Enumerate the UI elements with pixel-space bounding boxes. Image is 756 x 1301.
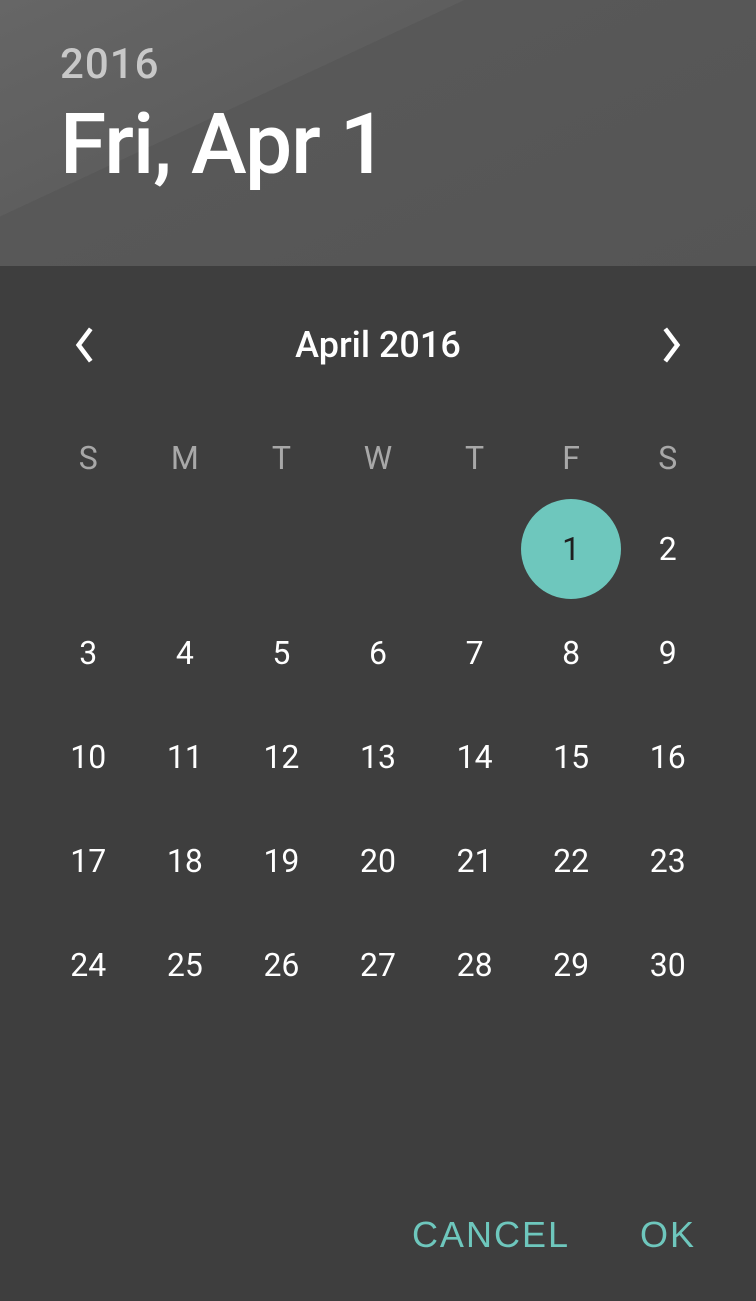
- day-number: 27: [360, 946, 396, 984]
- day-number: 29: [553, 946, 589, 984]
- calendar-day[interactable]: 22: [523, 809, 620, 913]
- month-year-label: April 2016: [295, 324, 461, 366]
- calendar-day[interactable]: 21: [426, 809, 523, 913]
- day-number: 13: [360, 738, 396, 776]
- dialog-actions: CANCEL OK: [412, 1214, 696, 1256]
- date-picker-body: April 2016 SMTWTFS 123456789101112131415…: [0, 266, 756, 1017]
- ok-button[interactable]: OK: [640, 1214, 696, 1256]
- calendar-day[interactable]: 11: [137, 705, 234, 809]
- calendar-day[interactable]: 25: [137, 913, 234, 1017]
- day-number: 18: [167, 842, 203, 880]
- weekday-label: S: [40, 439, 137, 477]
- chevron-left-icon: [73, 327, 95, 363]
- day-number: 9: [659, 634, 677, 672]
- calendar-day[interactable]: 13: [330, 705, 427, 809]
- month-navigation: April 2016: [40, 266, 716, 399]
- calendar-day[interactable]: 24: [40, 913, 137, 1017]
- day-number: 12: [263, 738, 299, 776]
- calendar-day[interactable]: 20: [330, 809, 427, 913]
- next-month-button[interactable]: [648, 321, 696, 369]
- day-number: 16: [650, 738, 686, 776]
- calendar-day[interactable]: 15: [523, 705, 620, 809]
- calendar-day[interactable]: 5: [233, 601, 330, 705]
- calendar-day[interactable]: 23: [619, 809, 716, 913]
- calendar-empty-cell: [233, 497, 330, 601]
- cancel-button[interactable]: CANCEL: [412, 1214, 570, 1256]
- calendar-day[interactable]: 28: [426, 913, 523, 1017]
- day-number: 5: [272, 634, 290, 672]
- prev-month-button[interactable]: [60, 321, 108, 369]
- weekday-label: F: [523, 439, 620, 477]
- calendar-day[interactable]: 16: [619, 705, 716, 809]
- calendar-day[interactable]: 19: [233, 809, 330, 913]
- day-number: 8: [562, 634, 580, 672]
- calendar-day[interactable]: 2: [619, 497, 716, 601]
- day-number: 10: [70, 738, 106, 776]
- calendar-day[interactable]: 17: [40, 809, 137, 913]
- day-number: 3: [79, 634, 97, 672]
- selected-year[interactable]: 2016: [60, 40, 696, 89]
- weekday-label: M: [137, 439, 234, 477]
- day-number: 20: [360, 842, 396, 880]
- weekday-label: T: [426, 439, 523, 477]
- day-number: 7: [466, 634, 484, 672]
- day-number: 21: [457, 842, 493, 880]
- calendar-empty-cell: [426, 497, 523, 601]
- day-number: 24: [70, 946, 106, 984]
- calendar-empty-cell: [330, 497, 427, 601]
- calendar-grid: 1234567891011121314151617181920212223242…: [40, 497, 716, 1017]
- calendar-day[interactable]: 18: [137, 809, 234, 913]
- day-number: 25: [167, 946, 203, 984]
- day-number: 4: [176, 634, 194, 672]
- calendar-day[interactable]: 9: [619, 601, 716, 705]
- calendar-day[interactable]: 6: [330, 601, 427, 705]
- day-number: 17: [70, 842, 106, 880]
- day-number: 14: [457, 738, 493, 776]
- calendar-day[interactable]: 3: [40, 601, 137, 705]
- day-number: 11: [167, 738, 203, 776]
- weekday-label: S: [619, 439, 716, 477]
- calendar-day[interactable]: 7: [426, 601, 523, 705]
- weekday-header-row: SMTWTFS: [40, 439, 716, 477]
- day-number: 6: [369, 634, 387, 672]
- calendar-day[interactable]: 29: [523, 913, 620, 1017]
- calendar-day[interactable]: 26: [233, 913, 330, 1017]
- day-number: 1: [562, 530, 580, 568]
- calendar-day[interactable]: 30: [619, 913, 716, 1017]
- calendar-day[interactable]: 1: [523, 497, 620, 601]
- calendar-day[interactable]: 4: [137, 601, 234, 705]
- calendar-day[interactable]: 12: [233, 705, 330, 809]
- day-number: 22: [553, 842, 589, 880]
- day-number: 23: [650, 842, 686, 880]
- calendar-empty-cell: [137, 497, 234, 601]
- calendar-day[interactable]: 27: [330, 913, 427, 1017]
- calendar-day[interactable]: 8: [523, 601, 620, 705]
- calendar-day[interactable]: 14: [426, 705, 523, 809]
- day-number: 15: [553, 738, 589, 776]
- day-number: 19: [263, 842, 299, 880]
- date-picker-header: 2016 Fri, Apr 1: [0, 0, 756, 266]
- chevron-right-icon: [661, 327, 683, 363]
- calendar-empty-cell: [40, 497, 137, 601]
- day-number: 30: [650, 946, 686, 984]
- calendar-day[interactable]: 10: [40, 705, 137, 809]
- weekday-label: W: [330, 439, 427, 477]
- day-number: 26: [263, 946, 299, 984]
- selected-date[interactable]: Fri, Apr 1: [60, 95, 696, 194]
- day-number: 2: [659, 530, 677, 568]
- weekday-label: T: [233, 439, 330, 477]
- day-number: 28: [457, 946, 493, 984]
